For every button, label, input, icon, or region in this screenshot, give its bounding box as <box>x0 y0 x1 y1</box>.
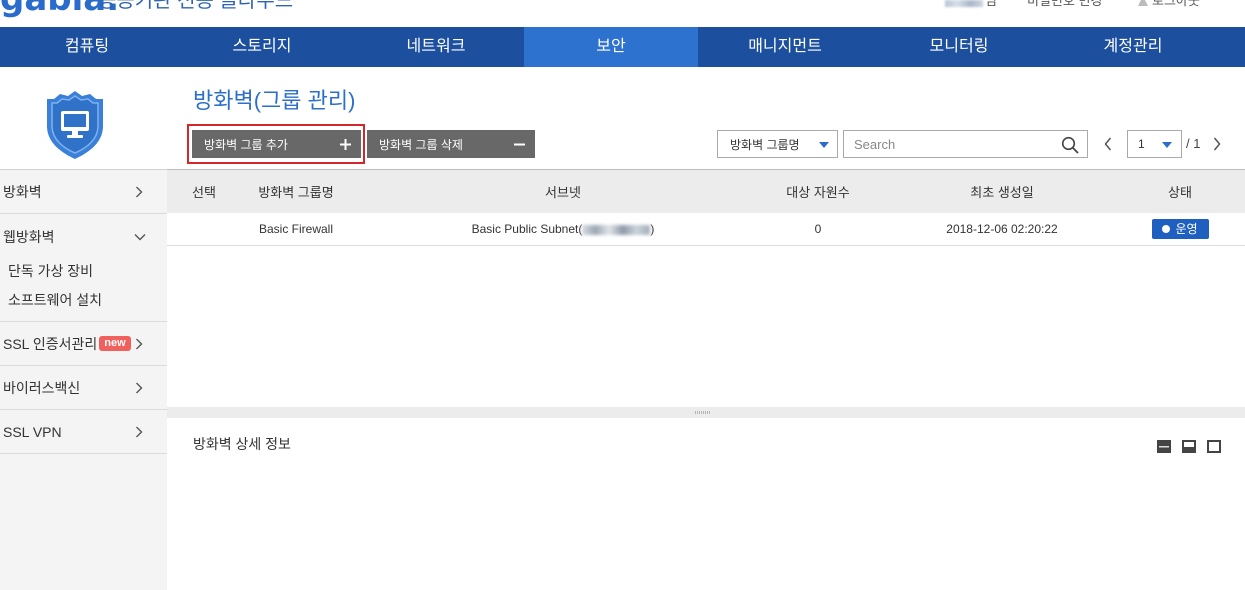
row-resource-count: 0 <box>775 212 861 246</box>
column-header-resource-count[interactable]: 대상 자원수 <box>775 169 861 213</box>
shield-monitor-icon <box>47 91 103 159</box>
layout-collapse-icon[interactable] <box>1157 440 1171 453</box>
chevron-left-icon[interactable] <box>1104 137 1112 151</box>
main-nav: 컴퓨팅 스토리지 네트워크 보안 매니지먼트 모니터링 계정관리 <box>0 27 1245 67</box>
total-pages: / 1 <box>1186 136 1201 151</box>
search-field-select-value: 방화벽 그룹명 <box>730 137 800 152</box>
search-field-select[interactable]: 방화벽 그룹명 <box>717 130 838 158</box>
table-row[interactable]: Basic Firewall Basic Public Subnet() 0 2… <box>167 212 1245 246</box>
new-badge: new <box>99 336 131 351</box>
delete-firewall-group-button[interactable]: 방화벽 그룹 삭제 <box>367 130 535 158</box>
chevron-right-icon <box>136 382 143 393</box>
column-header-status[interactable]: 상태 <box>1143 169 1217 213</box>
minus-icon <box>514 143 525 145</box>
detail-panel-title: 방화벽 상세 정보 <box>193 436 291 452</box>
column-header-select: 선택 <box>167 169 241 213</box>
caret-down-icon <box>1162 142 1172 148</box>
sidebar-subitem-dedicated-appliance[interactable]: 단독 가상 장비 <box>0 257 167 285</box>
status-badge: 운영 <box>1151 218 1209 239</box>
top-header: gabia. 공공기관 전용 클라우드 님 비밀번호 변경 로그아웃 <box>0 0 1245 27</box>
firewall-group-table: 선택 방화벽 그룹명 서브넷 대상 자원수 최초 생성일 상태 Basic Fi… <box>167 169 1245 246</box>
row-spacer <box>1217 212 1245 246</box>
row-subnet-prefix: Basic Public Subnet( <box>471 221 583 236</box>
sidebar-item-firewall[interactable]: 방화벽 <box>0 170 167 214</box>
sidebar-item-label: SSL VPN <box>3 423 62 440</box>
sidebar-item-web-firewall[interactable]: 웹방화벽 <box>0 215 167 259</box>
chevron-right-icon <box>136 186 143 197</box>
sidebar-item-ssl-certificate[interactable]: SSL 인증서관리 new <box>0 322 167 366</box>
column-header-spacer <box>1217 169 1245 213</box>
plus-icon <box>340 138 351 150</box>
search-icon[interactable] <box>1061 136 1079 154</box>
status-label: 운영 <box>1175 222 1198 237</box>
row-created: 2018-12-06 02:20:22 <box>861 212 1143 246</box>
status-dot-icon <box>1162 224 1171 233</box>
nav-item-management[interactable]: 매니지먼트 <box>698 27 872 67</box>
chevron-right-icon <box>136 338 143 349</box>
row-subnet: Basic Public Subnet() <box>351 212 775 246</box>
add-firewall-group-button[interactable]: 방화벽 그룹 추가 <box>192 130 361 158</box>
row-select-cell[interactable] <box>167 212 241 246</box>
search-box <box>843 130 1088 158</box>
page-select[interactable]: 1 <box>1127 130 1182 158</box>
sidebar-logo-area <box>0 67 167 169</box>
delete-button-label: 방화벽 그룹 삭제 <box>379 137 463 152</box>
sidebar-subitem-software-install[interactable]: 소프트웨어 설치 <box>0 286 167 314</box>
redacted-username <box>945 0 983 7</box>
sidebar-item-antivirus[interactable]: 바이러스백신 <box>0 366 167 410</box>
nav-item-security[interactable]: 보안 <box>524 27 698 67</box>
chevron-right-icon <box>136 426 143 437</box>
service-name: 공공기관 전용 클라우드 <box>98 0 294 12</box>
sidebar-item-ssl-vpn[interactable]: SSL VPN <box>0 410 167 454</box>
chevron-down-icon <box>134 234 146 241</box>
sidebar-item-label: 방화벽 <box>3 183 42 200</box>
sidebar-item-label: SSL 인증서관리 <box>3 335 98 352</box>
search-input[interactable] <box>844 131 1054 157</box>
splitter-grip-icon[interactable] <box>695 411 711 414</box>
nav-item-storage[interactable]: 스토리지 <box>175 27 349 67</box>
row-status-cell: 운영 <box>1143 212 1217 246</box>
redacted-subnet-ip <box>582 224 651 235</box>
nav-item-network[interactable]: 네트워크 <box>349 27 523 67</box>
row-group-name: Basic Firewall <box>241 212 351 246</box>
caret-down-icon <box>819 142 829 148</box>
column-header-created[interactable]: 최초 생성일 <box>861 169 1143 213</box>
chevron-right-icon[interactable] <box>1213 137 1221 151</box>
current-page: 1 <box>1138 137 1145 151</box>
logout-icon <box>1138 0 1148 6</box>
column-header-group-name[interactable]: 방화벽 그룹명 <box>241 169 351 213</box>
nav-item-monitoring[interactable]: 모니터링 <box>872 27 1046 67</box>
page-title: 방화벽(그룹 관리) <box>193 88 356 113</box>
user-suffix: 님 <box>985 0 997 8</box>
nav-item-account[interactable]: 계정관리 <box>1046 27 1220 67</box>
row-subnet-suffix: ) <box>650 221 655 236</box>
logout-link[interactable]: 로그아웃 <box>1152 0 1200 8</box>
panel-splitter[interactable] <box>167 407 1245 418</box>
layout-expand-icon[interactable] <box>1207 440 1221 453</box>
change-password-link[interactable]: 비밀번호 변경 <box>1027 0 1102 8</box>
nav-item-computing[interactable]: 컴퓨팅 <box>0 27 174 67</box>
add-button-label: 방화벽 그룹 추가 <box>204 137 288 152</box>
sidebar: 방화벽 웹방화벽 단독 가상 장비 소프트웨어 설치 SSL 인증서관리 new… <box>0 67 167 590</box>
sidebar-item-label: 바이러스백신 <box>3 379 81 396</box>
layout-split-icon[interactable] <box>1182 440 1196 453</box>
sidebar-item-label: 웹방화벽 <box>3 229 55 245</box>
table-header-row: 선택 방화벽 그룹명 서브넷 대상 자원수 최초 생성일 상태 <box>167 169 1245 213</box>
sidebar-group-web-firewall: 웹방화벽 단독 가상 장비 소프트웨어 설치 <box>0 215 167 322</box>
column-header-subnet[interactable]: 서브넷 <box>351 169 775 213</box>
